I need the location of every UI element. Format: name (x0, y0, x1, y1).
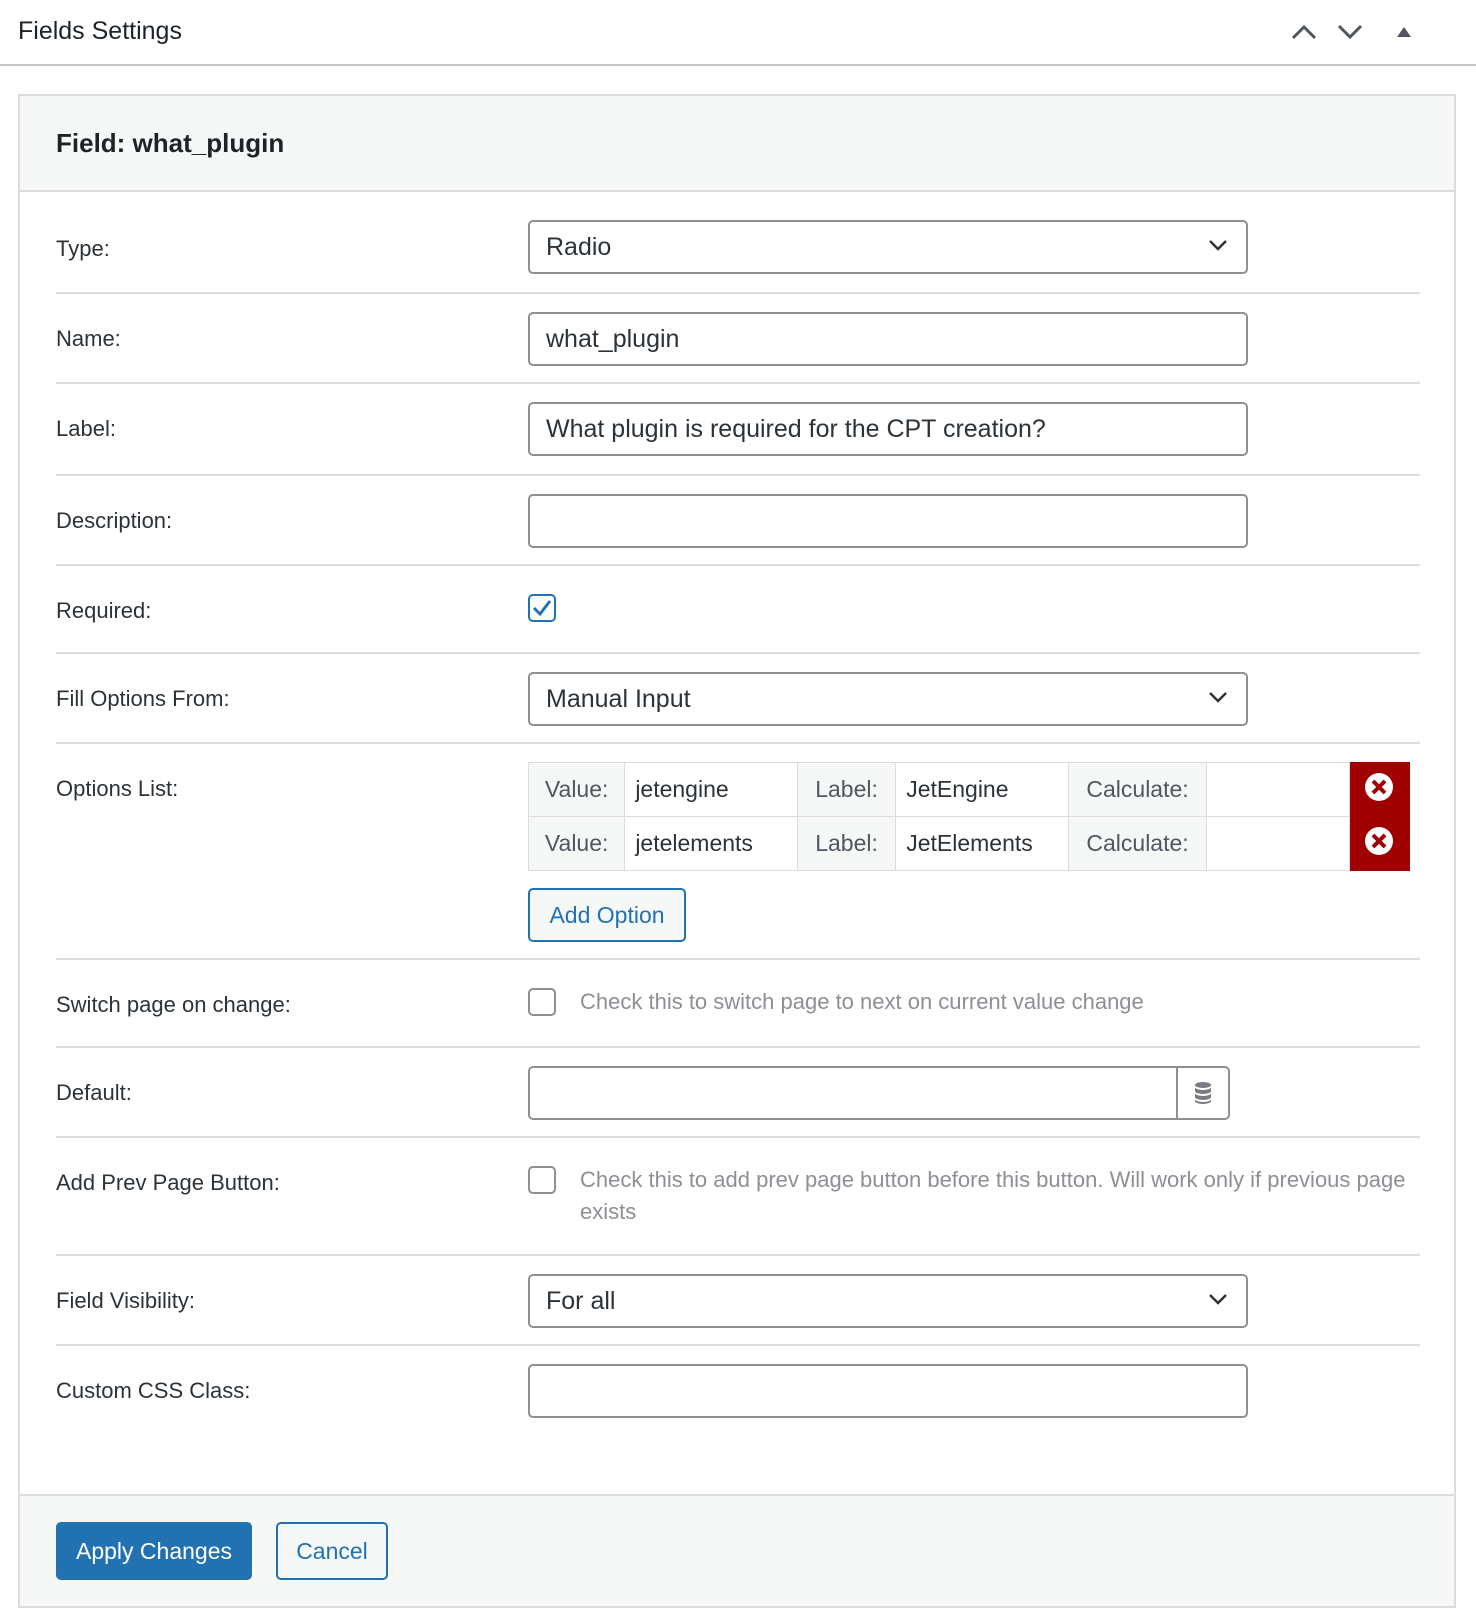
prev-page-checkbox[interactable] (528, 1166, 556, 1194)
move-down-button[interactable] (1330, 12, 1370, 52)
apply-changes-button[interactable]: Apply Changes (56, 1522, 252, 1580)
move-up-button[interactable] (1284, 12, 1324, 52)
label-label: Label: (56, 416, 116, 441)
delete-option-button[interactable] (1348, 816, 1411, 871)
required-checkbox[interactable] (528, 594, 556, 622)
option-label-label: Label: (796, 762, 897, 817)
prev-page-row: Add Prev Page Button: Check this to add … (56, 1138, 1420, 1256)
switch-page-row: Switch page on change: Check this to swi… (56, 960, 1420, 1048)
add-option-button[interactable]: Add Option (528, 888, 686, 942)
fill-options-select-value[interactable]: Manual Input (528, 672, 1248, 726)
checkmark-icon (532, 600, 552, 617)
switch-page-checkbox[interactable] (528, 988, 556, 1016)
option-row: Value: jetengine Label: JetEngine Calcul… (527, 762, 1411, 817)
fill-options-select[interactable]: Manual Input (528, 672, 1248, 726)
name-input[interactable] (528, 312, 1248, 366)
option-calculate-input[interactable] (1206, 762, 1350, 817)
visibility-row: Field Visibility: For all (56, 1256, 1420, 1346)
required-label: Required: (56, 598, 152, 623)
option-label-input[interactable]: JetEngine (895, 762, 1069, 817)
default-row: Default: (56, 1048, 1420, 1138)
fill-options-row: Fill Options From: Manual Input (56, 654, 1420, 744)
description-row: Description: (56, 476, 1420, 566)
close-circle-icon (1365, 826, 1394, 855)
default-macros-button[interactable] (1176, 1066, 1230, 1120)
label-row: Label: (56, 384, 1420, 476)
switch-page-description: Check this to switch page to next on cur… (580, 989, 1144, 1014)
css-class-input[interactable] (528, 1364, 1248, 1418)
panel-footer: Apply Changes Cancel (20, 1494, 1454, 1606)
description-label: Description: (56, 508, 173, 533)
type-select-value[interactable]: Radio (528, 220, 1248, 274)
visibility-select-value[interactable]: For all (528, 1274, 1248, 1328)
type-row: Type: Radio (56, 192, 1420, 294)
option-value-input[interactable]: jetelements (624, 816, 798, 871)
prev-page-label: Add Prev Page Button: (56, 1170, 280, 1195)
cancel-button[interactable]: Cancel (276, 1522, 388, 1580)
visibility-label: Field Visibility: (56, 1288, 195, 1313)
delete-option-button[interactable] (1348, 762, 1411, 817)
label-input[interactable] (528, 402, 1248, 456)
switch-page-label: Switch page on change: (56, 992, 291, 1017)
chevron-up-icon (1291, 24, 1317, 40)
option-calculate-input[interactable] (1206, 816, 1350, 871)
css-class-label: Custom CSS Class: (56, 1378, 251, 1403)
name-label: Name: (56, 326, 121, 351)
option-label-label: Label: (796, 816, 897, 871)
chevron-down-icon (1337, 24, 1363, 40)
option-value-input[interactable]: jetengine (624, 762, 798, 817)
default-input[interactable] (528, 1066, 1178, 1120)
option-calculate-label: Calculate: (1067, 762, 1208, 817)
panel-header: Field: what_plugin (20, 96, 1454, 192)
field-settings-panel: Field: what_plugin Type: Radio Name: Lab… (18, 94, 1456, 1608)
options-table: Value: jetengine Label: JetEngine Calcul… (527, 762, 1411, 871)
database-icon (1195, 1082, 1211, 1104)
options-list-row: Options List: Value: jetengine Label: Je… (56, 744, 1420, 960)
option-value-label: Value: (527, 816, 626, 871)
type-label: Type: (56, 236, 110, 261)
type-select[interactable]: Radio (528, 220, 1248, 274)
option-label-input[interactable]: JetElements (895, 816, 1069, 871)
toggle-panel-button[interactable] (1384, 12, 1424, 52)
option-value-label: Value: (527, 762, 626, 817)
description-input[interactable] (528, 494, 1248, 548)
css-class-row: Custom CSS Class: (56, 1346, 1420, 1494)
close-circle-icon (1365, 772, 1394, 801)
name-row: Name: (56, 294, 1420, 384)
required-row: Required: (56, 566, 1420, 654)
option-row: Value: jetelements Label: JetElements Ca… (527, 816, 1411, 871)
prev-page-description: Check this to add prev page button befor… (580, 1167, 1406, 1224)
visibility-select[interactable]: For all (528, 1274, 1248, 1328)
fill-options-label: Fill Options From: (56, 686, 230, 711)
metabox-header: Fields Settings (0, 0, 1476, 66)
metabox-title: Fields Settings (18, 17, 182, 45)
option-calculate-label: Calculate: (1067, 816, 1208, 871)
default-label: Default: (56, 1080, 132, 1105)
triangle-up-icon (1397, 27, 1411, 37)
options-list-label: Options List: (56, 776, 179, 801)
panel-title: Field: what_plugin (56, 128, 285, 158)
